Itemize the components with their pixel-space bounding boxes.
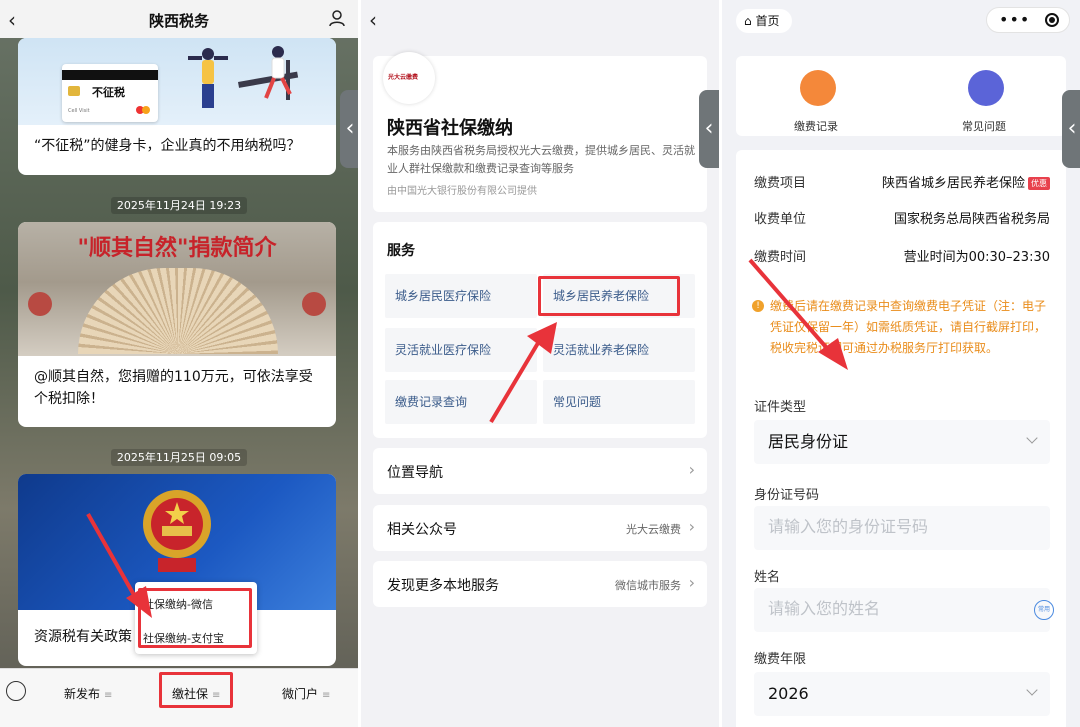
pension-payment-form-panel: ⌂ 首页 ••• 缴费记录 常见问题 缴费项目 陕西省城乡居民养老保险 优惠 收费… <box>722 0 1080 727</box>
row-label: 位置导航 <box>387 465 443 481</box>
row-more-local-services[interactable]: 发现更多本地服务 微信城市服务 › <box>373 561 707 607</box>
article-title: “不征税”的健身卡，企业真的不用纳税吗？ <box>34 138 301 154</box>
card-chip-text: Cell Visit <box>68 108 90 114</box>
profile-icon[interactable] <box>328 9 346 27</box>
service-flexible-pension[interactable]: 灵活就业养老保险 <box>543 328 695 372</box>
top-bar: ‹ <box>361 0 719 40</box>
timestamp: 2025年11月25日 09:05 <box>0 449 358 466</box>
service-faq[interactable]: 常见问题 <box>543 380 695 424</box>
payment-item-text: 陕西省城乡居民养老保险 <box>881 176 1025 191</box>
row-related-accounts[interactable]: 相关公众号 光大云缴费 › <box>373 505 707 551</box>
close-miniprogram-icon[interactable] <box>1045 13 1059 27</box>
field-label: 证件类型 <box>754 400 807 415</box>
social-insurance-service-panel: ‹ 光大云缴费 陕西省社保缴纳 本服务由陕西省税务局授权光大云缴费，提供城乡居民… <box>361 0 719 727</box>
timestamp-text: 2025年11月24日 19:23 <box>110 197 248 214</box>
payment-records-icon[interactable] <box>800 70 836 106</box>
field-label: 缴费时间 <box>754 250 807 265</box>
name-input[interactable] <box>754 588 1050 632</box>
quick-action-label: 缴费记录 <box>794 120 838 133</box>
logo-text: 光大云缴费 <box>388 74 419 81</box>
service-payment-records[interactable]: 缴费记录查询 <box>385 380 537 424</box>
name-field-wrap: 常用 <box>736 588 1066 632</box>
row-value: 微信城市服务 <box>615 579 681 592</box>
article-title: @顺其自然，您捐赠的110万元，可依法享受个税扣除！ <box>34 369 313 407</box>
field-label: 身份证号码 <box>754 488 820 503</box>
field-label: 缴费项目 <box>754 176 807 191</box>
payment-item-value: 陕西省城乡居民养老保险 优惠 <box>882 172 1050 191</box>
chevron-down-icon <box>1026 432 1038 444</box>
chevron-right-icon: › <box>688 573 695 592</box>
section-title: 服务 <box>387 243 415 259</box>
row-label: 相关公众号 <box>387 522 457 538</box>
tab-micro-portal[interactable]: 微门户 ≡ <box>282 685 330 702</box>
service-flexible-medical[interactable]: 灵活就业医疗保险 <box>385 328 537 372</box>
quick-action-label: 常见问题 <box>962 120 1006 133</box>
quick-actions: 缴费记录 常见问题 <box>736 56 1066 136</box>
menu-icon: ≡ <box>322 690 331 701</box>
timestamp: 2025年11月24日 19:23 <box>0 197 358 214</box>
fitness-illustration <box>188 46 299 108</box>
payment-year-select[interactable]: 2026 <box>754 672 1050 716</box>
id-type-select[interactable]: 居民身份证 <box>754 420 1050 464</box>
tab-new-releases[interactable]: 新发布 ≡ <box>64 685 112 702</box>
tax-emblem-icon <box>143 490 211 572</box>
faq-icon[interactable] <box>968 70 1004 106</box>
payment-year-value: 2026 <box>768 684 809 703</box>
cash-fan-graphic <box>78 268 278 354</box>
services-card: 服务 城乡居民医疗保险 城乡居民养老保险 灵活就业医疗保险 灵活就业养老保险 缴… <box>373 222 707 438</box>
provider-note: 由中国光大银行股份有限公司提供 <box>387 186 537 197</box>
collapse-handle-icon[interactable]: ‹ <box>699 90 719 168</box>
chevron-right-icon: › <box>688 460 695 479</box>
id-type-value: 居民身份证 <box>768 432 849 451</box>
home-label: 首页 <box>755 14 780 28</box>
service-description: 本服务由陕西省税务局授权光大云缴费，提供城乡居民、灵活就业人群社保缴款和缴费记录… <box>387 144 695 175</box>
payment-notice: ! 缴费后请在缴费记录中查询缴费电子凭证（注：电子凭证仅保留一年）如需纸质凭证，… <box>752 296 1056 359</box>
row-location-navigation[interactable]: 位置导航 › <box>373 448 707 494</box>
article-card[interactable]: 不征税 Cell Visit “不征税”的健身卡，企业真的不用纳税吗？ <box>18 38 336 175</box>
field-label: 收费单位 <box>754 212 807 227</box>
info-icon: ! <box>752 300 764 312</box>
field-label: 缴费年限 <box>754 652 807 667</box>
membership-card-graphic: 不征税 Cell Visit <box>62 64 158 122</box>
tab-label: 微门户 <box>282 687 319 701</box>
service-resident-medical[interactable]: 城乡居民医疗保险 <box>385 274 537 318</box>
back-icon[interactable]: ‹ <box>369 8 377 32</box>
chevron-down-icon <box>1026 684 1038 696</box>
payment-form: 缴费项目 陕西省城乡居民养老保险 优惠 收费单位 国家税务总局陕西省税务局 缴费时… <box>736 150 1066 727</box>
highlight-box <box>538 276 680 316</box>
service-header-card: 光大云缴费 陕西省社保缴纳 本服务由陕西省税务局授权光大云缴费，提供城乡居民、灵… <box>373 52 707 212</box>
article-card[interactable]: "顺其自然"捐款简介 @顺其自然，您捐赠的110万元，可依法享受个税扣除！ <box>18 222 336 427</box>
row-value: 光大云缴费 <box>626 523 681 536</box>
top-bar: ‹ 陕西税务 <box>0 0 358 38</box>
collecting-unit-value: 国家税务总局陕西省税务局 <box>893 212 1050 227</box>
common-contacts-icon[interactable]: 常用 <box>1034 600 1054 620</box>
menu-icon: ≡ <box>104 690 113 701</box>
timestamp-text: 2025年11月25日 09:05 <box>110 449 248 466</box>
miniprogram-capsule: ••• <box>986 7 1070 33</box>
payment-time-value: 营业时间为00:30–23:30 <box>903 250 1050 265</box>
page-title: 陕西省社保缴纳 <box>387 118 513 139</box>
discount-badge: 优惠 <box>1028 177 1050 190</box>
tab-label: 新发布 <box>64 687 101 701</box>
keyboard-icon[interactable] <box>6 681 26 701</box>
collapse-handle-icon[interactable]: ‹ <box>340 90 358 168</box>
collapse-handle-icon[interactable]: ‹ <box>1062 90 1080 168</box>
id-number-input[interactable] <box>754 506 1050 550</box>
highlight-box <box>159 672 233 708</box>
more-icon[interactable]: ••• <box>999 10 1030 29</box>
notice-text: 缴费后请在缴费记录中查询缴费电子凭证（注：电子凭证仅保留一年）如需纸质凭证，请自… <box>770 299 1047 355</box>
chevron-right-icon: › <box>688 517 695 536</box>
row-label: 发现更多本地服务 <box>387 578 499 594</box>
article-cover-image: 不征税 Cell Visit <box>18 38 336 125</box>
article-cover-image: "顺其自然"捐款简介 <box>18 222 336 356</box>
field-label: 姓名 <box>754 570 781 585</box>
cebbank-logo: 光大云缴费 <box>383 52 435 104</box>
card-label: 不征税 <box>92 86 125 99</box>
page-title: 陕西税务 <box>148 12 209 30</box>
home-button[interactable]: ⌂ 首页 <box>736 9 792 33</box>
highlight-box <box>138 588 252 648</box>
wechat-official-account-panel: ‹ 陕西税务 不征税 Cell Visit “不征税”的健身卡，企业真的不用纳税… <box>0 0 358 727</box>
cover-headline: "顺其自然"捐款简介 <box>77 236 277 261</box>
